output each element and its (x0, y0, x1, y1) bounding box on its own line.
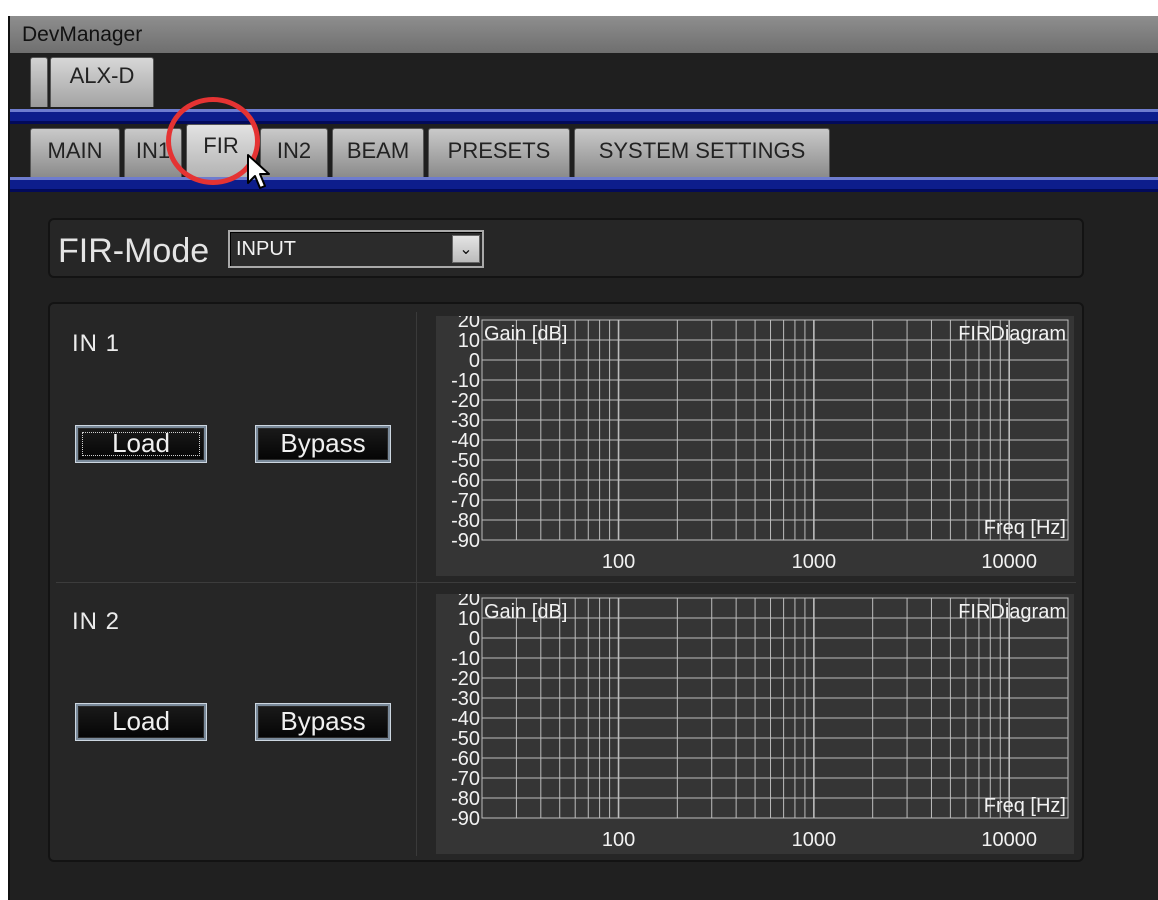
accent-band-bottom (10, 177, 1158, 192)
chart-title: FIRDiagram (958, 601, 1066, 623)
y-tick-label: -20 (451, 668, 480, 690)
x-axis-label: Freq [Hz] (984, 795, 1066, 817)
x-tick-label: 100 (602, 829, 635, 851)
y-tick-label: -50 (451, 450, 480, 472)
y-tick-label: -70 (451, 490, 480, 512)
fir-mode-select[interactable]: INPUT ⌄ (228, 230, 484, 268)
y-tick-label: -60 (451, 470, 480, 492)
panel-vertical-divider (416, 312, 417, 856)
fir-chart-in1: 20 10 0 -10 -20 -30 -40 -50 -60 -70 -80 -90 100 1000 1… (436, 316, 1074, 576)
fir-mode-value: INPUT (236, 238, 296, 260)
fir-diagram-svg: 20100-10-20-30-40-50-60-70-80-90100 1000 1… (436, 316, 1074, 576)
y-tick-label: -60 (451, 748, 480, 770)
x-axis-label: Freq [Hz] (984, 517, 1066, 539)
y-tick-label: -40 (451, 430, 480, 452)
load-button-in1[interactable]: Load (76, 426, 206, 462)
y-tick-label: 0 (469, 628, 480, 650)
mouse-cursor-icon (247, 154, 270, 189)
y-tick-label: -80 (451, 788, 480, 810)
device-tab-alx-d[interactable]: ALX-D (50, 57, 154, 107)
device-tab-stub[interactable] (30, 57, 48, 107)
y-axis-label: Gain [dB] (484, 601, 567, 623)
fir-mode-label: FIR-Mode (58, 232, 210, 270)
tab-presets[interactable]: PRESETS (428, 128, 570, 177)
tab-system-settings[interactable]: SYSTEM SETTINGS (574, 128, 830, 177)
chart-title: FIRDiagram (958, 323, 1066, 345)
y-tick-label: 10 (458, 608, 480, 630)
y-tick-label: 0 (469, 350, 480, 372)
bypass-button-in2[interactable]: Bypass (256, 704, 390, 740)
x-tick-label: 1000 (792, 551, 837, 573)
bypass-button-in1[interactable]: Bypass (256, 426, 390, 462)
load-button-in2[interactable]: Load (76, 704, 206, 740)
y-tick-label: -50 (451, 728, 480, 750)
x-tick-label: 1000 (792, 829, 837, 851)
x-tick-label: 100 (602, 551, 635, 573)
fir-chart-in2: 20 10 0 -10 -20 -30 -40 -50 -60 -70 -80 -90 100 1000 1… (436, 594, 1074, 854)
channel-label-in1: IN 1 (72, 330, 121, 357)
y-tick-label: -10 (451, 370, 480, 392)
y-axis-label: Gain [dB] (484, 323, 567, 345)
x-tick-label: 10000 (981, 829, 1037, 851)
y-tick-label: 10 (458, 330, 480, 352)
device-tab-bar: ALX-D (10, 53, 1158, 109)
y-tick-label: -90 (451, 530, 480, 552)
panel-horizontal-divider (56, 582, 1076, 583)
y-tick-label: -70 (451, 768, 480, 790)
y-tick-label: -30 (451, 410, 480, 432)
chevron-down-icon[interactable]: ⌄ (452, 235, 480, 263)
y-tick-label: -30 (451, 688, 480, 710)
window-title: DevManager (10, 16, 1158, 53)
fir-channels-panel: IN 1 Load Bypass IN 2 Load Bypass 20 10 0-… (48, 302, 1084, 862)
tab-beam[interactable]: BEAM (332, 128, 424, 177)
y-tick-label: -90 (451, 808, 480, 830)
tab-main[interactable]: MAIN (30, 128, 120, 177)
channel-label-in2: IN 2 (72, 608, 121, 635)
x-tick-label: 10000 (981, 551, 1037, 573)
y-tick-label: -10 (451, 648, 480, 670)
fir-mode-box: FIR-Mode INPUT ⌄ (48, 218, 1084, 278)
fir-diagram-svg: 20100-10-20-30-40-50-60-70-80-90100 1000 1… (436, 594, 1074, 854)
y-tick-label: -20 (451, 390, 480, 412)
y-tick-label: -40 (451, 708, 480, 730)
y-tick-label: -80 (451, 510, 480, 532)
